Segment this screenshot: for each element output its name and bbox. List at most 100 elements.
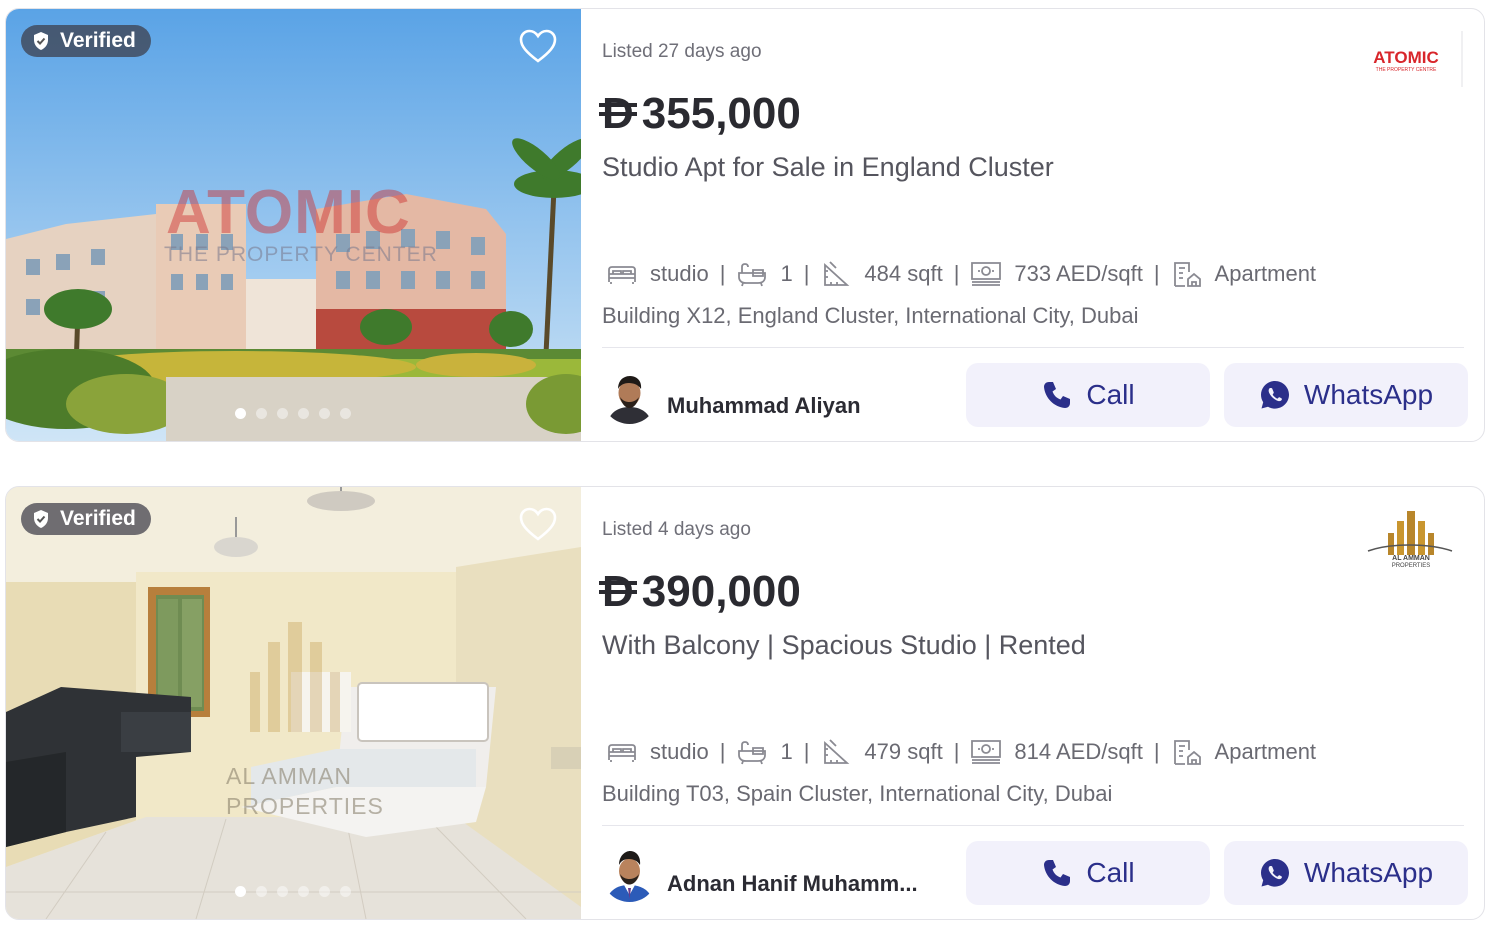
type-value: Apartment bbox=[1214, 739, 1317, 764]
bathtub-icon bbox=[738, 741, 767, 765]
photo-carousel-dots[interactable] bbox=[235, 886, 351, 897]
listing-photo[interactable]: ATOMIC THE PROPERTY CENTER Verified bbox=[6, 9, 581, 441]
spec-separator: | bbox=[719, 261, 726, 286]
dirham-currency-icon: D bbox=[599, 567, 637, 616]
whatsapp-label: WhatsApp bbox=[1303, 857, 1434, 888]
spec-separator: | bbox=[803, 261, 810, 286]
spec-area: 484 sqft bbox=[820, 260, 943, 288]
spec-separator: | bbox=[1153, 739, 1160, 764]
phone-icon bbox=[1044, 860, 1071, 886]
svg-text:PROPERTIES: PROPERTIES bbox=[1392, 563, 1431, 569]
property-specs: studio | 1 | 484 sqft | 733 AED/sqft | A… bbox=[606, 260, 1316, 288]
listing-info: Listed 27 days ago ATOMIC THE PROPERTY C… bbox=[599, 9, 1468, 441]
listing-address: Building X12, England Cluster, Internati… bbox=[602, 303, 1139, 328]
call-button[interactable]: Call bbox=[966, 841, 1210, 905]
baths-value: 1 bbox=[780, 739, 793, 764]
carousel-dot[interactable] bbox=[319, 886, 330, 897]
apartment-building-icon bbox=[1173, 740, 1201, 765]
bed-icon bbox=[608, 744, 636, 762]
bed-icon bbox=[608, 266, 636, 284]
beds-value: studio bbox=[650, 739, 709, 764]
agent-info[interactable]: Adnan Hanif Muhamm... bbox=[602, 847, 918, 902]
verified-shield-icon bbox=[34, 510, 48, 528]
spec-baths: 1 bbox=[736, 260, 793, 288]
studio-interior-image bbox=[6, 487, 581, 919]
listing-title[interactable]: Studio Apt for Sale in England Cluster bbox=[602, 152, 1054, 183]
phone-icon bbox=[1044, 382, 1071, 408]
building-exterior-image bbox=[6, 9, 581, 441]
verified-badge: Verified bbox=[21, 503, 151, 535]
area-value: 484 sqft bbox=[864, 261, 943, 286]
verified-shield-icon bbox=[34, 32, 48, 50]
carousel-dot[interactable] bbox=[319, 408, 330, 419]
listed-date: Listed 4 days ago bbox=[602, 519, 751, 540]
listing-card[interactable]: ATOMIC THE PROPERTY CENTER Verified List… bbox=[5, 8, 1485, 442]
agent-avatar[interactable] bbox=[602, 369, 657, 424]
carousel-dot[interactable] bbox=[340, 886, 351, 897]
listing-card[interactable]: AL AMMAN PROPERTIES Verified Listed 4 da… bbox=[5, 486, 1485, 920]
cash-icon bbox=[971, 262, 1002, 286]
carousel-dot[interactable] bbox=[235, 408, 246, 419]
spec-area: 479 sqft bbox=[820, 738, 943, 766]
spec-separator: | bbox=[1153, 261, 1160, 286]
price-per-sqft-value: 814 AED/sqft bbox=[1014, 739, 1143, 764]
listing-info: Listed 4 days ago AL AMMAN PROPERTIES D … bbox=[599, 487, 1468, 919]
listing-address: Building T03, Spain Cluster, Internation… bbox=[602, 781, 1113, 806]
area-value: 479 sqft bbox=[864, 739, 943, 764]
listed-date: Listed 27 days ago bbox=[602, 41, 762, 62]
whatsapp-button[interactable]: WhatsApp bbox=[1224, 363, 1468, 427]
agent-name[interactable]: Muhammad Aliyan bbox=[667, 393, 861, 419]
spec-separator: | bbox=[803, 739, 810, 764]
svg-text:ATOMIC: ATOMIC bbox=[1373, 48, 1438, 67]
agent-info[interactable]: Muhammad Aliyan bbox=[602, 369, 861, 424]
spec-type: Apartment bbox=[1171, 738, 1317, 766]
carousel-dot[interactable] bbox=[256, 886, 267, 897]
area-icon bbox=[824, 261, 850, 286]
spec-type: Apartment bbox=[1171, 260, 1316, 288]
call-button[interactable]: Call bbox=[966, 363, 1210, 427]
divider bbox=[602, 825, 1464, 826]
divider bbox=[602, 347, 1464, 348]
svg-text:THE PROPERTY CENTRE: THE PROPERTY CENTRE bbox=[1376, 67, 1437, 73]
price-value: 355,000 bbox=[641, 89, 801, 138]
agent-avatar[interactable] bbox=[602, 847, 657, 902]
apartment-building-icon bbox=[1173, 262, 1201, 287]
photo-carousel-dots[interactable] bbox=[235, 408, 351, 419]
carousel-dot[interactable] bbox=[277, 886, 288, 897]
spec-price-per-sqft: 733 AED/sqft bbox=[970, 260, 1143, 288]
whatsapp-button[interactable]: WhatsApp bbox=[1224, 841, 1468, 905]
carousel-dot[interactable] bbox=[256, 408, 267, 419]
listing-price: D 390,000 bbox=[599, 567, 801, 617]
carousel-dot[interactable] bbox=[298, 408, 309, 419]
agency-logo[interactable]: AL AMMAN PROPERTIES bbox=[1354, 507, 1464, 569]
spec-separator: | bbox=[953, 739, 960, 764]
favorite-heart-icon[interactable] bbox=[518, 506, 558, 542]
call-label: Call bbox=[1086, 857, 1135, 888]
verified-badge: Verified bbox=[21, 25, 151, 57]
property-specs: studio | 1 | 479 sqft | 814 AED/sqft | A… bbox=[606, 738, 1316, 766]
dirham-currency-icon: D bbox=[599, 89, 637, 138]
carousel-dot[interactable] bbox=[235, 886, 246, 897]
price-value: 390,000 bbox=[641, 567, 801, 616]
svg-text:AL AMMAN: AL AMMAN bbox=[1392, 555, 1430, 562]
spec-beds: studio bbox=[606, 738, 709, 766]
call-label: Call bbox=[1086, 379, 1135, 410]
listing-photo[interactable]: AL AMMAN PROPERTIES Verified bbox=[6, 487, 581, 919]
bathtub-icon bbox=[738, 263, 767, 287]
whatsapp-icon bbox=[1260, 859, 1289, 887]
favorite-heart-icon[interactable] bbox=[518, 28, 558, 64]
beds-value: studio bbox=[650, 261, 709, 286]
carousel-dot[interactable] bbox=[340, 408, 351, 419]
agent-name[interactable]: Adnan Hanif Muhamm... bbox=[667, 871, 918, 897]
baths-value: 1 bbox=[780, 261, 793, 286]
carousel-dot[interactable] bbox=[298, 886, 309, 897]
listing-price: D 355,000 bbox=[599, 89, 801, 139]
spec-baths: 1 bbox=[736, 738, 793, 766]
listing-title[interactable]: With Balcony | Spacious Studio | Rented bbox=[602, 630, 1086, 661]
verified-label: Verified bbox=[60, 29, 136, 52]
spec-beds: studio bbox=[606, 260, 709, 288]
agency-logo[interactable]: ATOMIC THE PROPERTY CENTRE bbox=[1354, 29, 1464, 91]
whatsapp-icon bbox=[1260, 381, 1289, 409]
spec-separator: | bbox=[953, 261, 960, 286]
carousel-dot[interactable] bbox=[277, 408, 288, 419]
